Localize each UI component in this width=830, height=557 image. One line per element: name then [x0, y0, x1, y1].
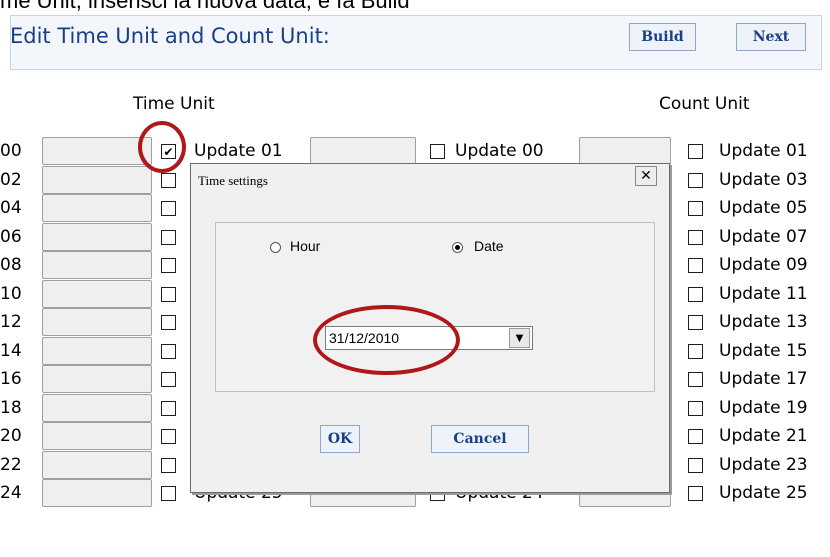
dialog-title: Time settings	[198, 173, 268, 188]
time-input-field[interactable]	[42, 308, 152, 336]
dialog-group-box	[215, 222, 655, 392]
time-input-field[interactable]	[42, 479, 152, 507]
col3-update-label: Update 00	[455, 141, 544, 161]
row-label: 04	[0, 198, 22, 218]
count-update-label: Update 13	[719, 312, 808, 332]
count-update-label: Update 01	[719, 141, 808, 161]
time-unit-checkbox[interactable]	[161, 344, 176, 359]
row-label: 12	[0, 312, 22, 332]
row-label: 08	[0, 255, 22, 275]
ok-button[interactable]: OK	[320, 425, 360, 453]
count-unit-checkbox[interactable]	[688, 258, 703, 273]
build-button[interactable]: Build	[629, 23, 696, 51]
count-unit-checkbox[interactable]	[688, 401, 703, 416]
count-update-label: Update 07	[719, 227, 808, 247]
time-input-field[interactable]	[42, 251, 152, 279]
time-input-field[interactable]	[42, 194, 152, 222]
time-unit-checkbox[interactable]	[161, 372, 176, 387]
time-update-label: Update 01	[194, 141, 283, 161]
radio-selected-dot	[455, 245, 460, 250]
count-unit-checkbox[interactable]	[688, 315, 703, 330]
count-input-field[interactable]	[579, 137, 671, 165]
time-unit-checkbox[interactable]	[161, 429, 176, 444]
time-unit-checkbox[interactable]	[161, 315, 176, 330]
count-unit-checkbox[interactable]	[688, 230, 703, 245]
time-update-field[interactable]	[310, 137, 416, 165]
time-unit-checkbox[interactable]	[161, 458, 176, 473]
time-unit-checkbox[interactable]	[161, 258, 176, 273]
row-label: 20	[0, 426, 22, 446]
row-label: 24	[0, 483, 22, 503]
page-caption: me Unit, inserisci la nuova data, e fa B…	[0, 0, 410, 13]
time-unit-checkbox[interactable]	[161, 401, 176, 416]
count-update-label: Update 23	[719, 455, 808, 475]
row-label: 18	[0, 398, 22, 418]
count-unit-checkbox[interactable]	[688, 144, 703, 159]
count-unit-checkbox[interactable]	[688, 173, 703, 188]
time-input-field[interactable]	[42, 137, 152, 165]
count-unit-checkbox[interactable]	[688, 429, 703, 444]
count-update-label: Update 09	[719, 255, 808, 275]
count-unit-checkbox[interactable]	[688, 486, 703, 501]
annotation-circle-date	[313, 305, 460, 375]
row-label: 06	[0, 227, 22, 247]
cancel-button[interactable]: Cancel	[431, 425, 529, 453]
time-input-field[interactable]	[42, 337, 152, 365]
count-update-label: Update 21	[719, 426, 808, 446]
date-radio-label: Date	[474, 238, 504, 254]
col3-checkbox[interactable]	[430, 144, 445, 159]
time-input-field[interactable]	[42, 422, 152, 450]
time-input-field[interactable]	[42, 223, 152, 251]
count-update-label: Update 19	[719, 398, 808, 418]
time-unit-checkbox[interactable]	[161, 287, 176, 302]
hour-radio-label: Hour	[290, 238, 321, 254]
count-unit-header: Count Unit	[659, 94, 750, 114]
next-button[interactable]: Next	[736, 23, 806, 51]
count-update-label: Update 25	[719, 483, 808, 503]
time-input-field[interactable]	[42, 166, 152, 194]
count-update-label: Update 17	[719, 369, 808, 389]
row-label: 22	[0, 455, 22, 475]
count-update-label: Update 03	[719, 170, 808, 190]
count-update-label: Update 11	[719, 284, 808, 304]
time-input-field[interactable]	[42, 394, 152, 422]
time-unit-checkbox[interactable]	[161, 201, 176, 216]
time-unit-checkbox[interactable]	[161, 173, 176, 188]
time-unit-checkbox[interactable]	[161, 486, 176, 501]
hour-radio[interactable]	[270, 242, 281, 253]
row-label: 10	[0, 284, 22, 304]
time-input-field[interactable]	[42, 451, 152, 479]
panel-title: Edit Time Unit and Count Unit:	[10, 24, 330, 48]
row-label: 02	[0, 170, 22, 190]
count-unit-checkbox[interactable]	[688, 458, 703, 473]
count-unit-checkbox[interactable]	[688, 344, 703, 359]
annotation-circle-checkbox	[138, 121, 186, 173]
count-unit-checkbox[interactable]	[688, 287, 703, 302]
count-unit-checkbox[interactable]	[688, 201, 703, 216]
count-update-label: Update 05	[719, 198, 808, 218]
close-icon[interactable]: ✕	[635, 166, 657, 186]
time-unit-header: Time Unit	[133, 94, 215, 114]
time-input-field[interactable]	[42, 280, 152, 308]
time-unit-checkbox[interactable]	[161, 230, 176, 245]
date-radio[interactable]	[452, 242, 463, 253]
time-input-field[interactable]	[42, 365, 152, 393]
row-label: 00	[0, 141, 22, 161]
count-unit-checkbox[interactable]	[688, 372, 703, 387]
count-update-label: Update 15	[719, 341, 808, 361]
row-label: 14	[0, 341, 22, 361]
chevron-down-icon[interactable]: ▼	[509, 328, 530, 348]
row-label: 16	[0, 369, 22, 389]
